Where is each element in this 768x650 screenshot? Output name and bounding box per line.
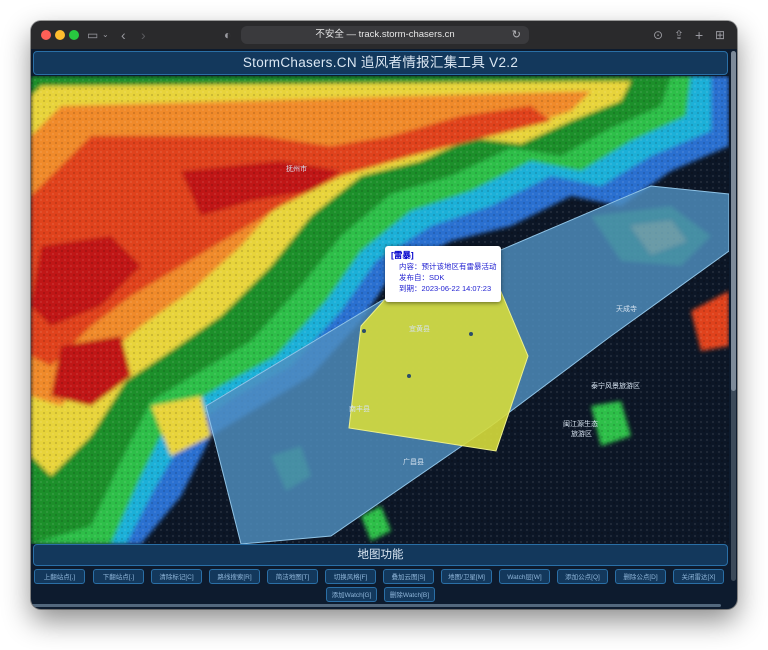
scrollbar-thumb[interactable] [731,51,736,391]
map-label-minjiang-2: 旅游区 [571,429,592,438]
map-label-minjiang: 闽江源生态 [563,419,598,428]
forward-icon[interactable]: › [141,21,146,49]
map-marker[interactable] [362,329,366,333]
browser-window: ▭ ⌄ ‹ › ◐ 不安全 — track.storm-chasers.cn ↻… [31,21,737,609]
app-title: StormChasers.CN 追风者情报汇集工具 V2.2 [33,51,728,75]
horizontal-scrollbar[interactable] [31,604,721,607]
sidebar-icon[interactable]: ▭ [87,21,98,49]
functions-title: 地图功能 [33,544,728,566]
close-radar-button[interactable]: 关闭雷达[X] [673,569,724,584]
next-station-button[interactable]: 下翻站点[.] [93,569,144,584]
close-window-button[interactable] [41,30,51,40]
simple-map-button[interactable]: 简洁地图[T] [267,569,318,584]
watch-layer-button[interactable]: Watch层[W] [499,569,550,584]
add-point-button[interactable]: 添加公点[Q] [557,569,608,584]
vertical-scrollbar[interactable] [731,51,736,581]
chevron-down-icon[interactable]: ⌄ [102,21,109,49]
delete-watch-button[interactable]: 删除Watch[B] [384,587,435,602]
popup-publisher: 发布自：SDK [399,273,445,282]
popup-content: 内容：预计该地区有雷暴活动 [399,262,497,271]
back-icon[interactable]: ‹ [121,21,126,49]
tab-overview-icon[interactable]: ⊞ [715,21,725,49]
map-label-yihuang: 宜黄县 [409,324,430,333]
warning-popup: [雷暴] 内容：预计该地区有雷暴活动 发布自：SDK 到期：2023-06-22… [385,246,501,302]
overlay-cloud-button[interactable]: 叠加云图[S] [383,569,434,584]
url-text: 不安全 — track.storm-chasers.cn [315,29,455,40]
new-tab-icon[interactable]: + [695,21,703,49]
zoom-window-button[interactable] [69,30,79,40]
delete-point-button[interactable]: 删除公点[D] [615,569,666,584]
map-label-taining: 泰宁风景旅游区 [591,381,640,390]
privacy-shield-icon[interactable]: ◐ [224,21,231,49]
minimize-window-button[interactable] [55,30,65,40]
toggle-style-button[interactable]: 切换风格[F] [325,569,376,584]
route-search-button[interactable]: 路线搜索[R] [209,569,260,584]
map-label-nanfeng: 南丰县 [349,404,370,413]
map-satellite-button[interactable]: 地图/卫星[M] [441,569,492,584]
map-marker[interactable] [407,374,411,378]
radar-map[interactable]: 抚州市 宜黄县 南丰县 广昌县 天成寺 泰宁风景旅游区 闽江源生态 旅游区 [雷… [31,76,729,544]
clear-markers-button[interactable]: 清除标记[C] [151,569,202,584]
download-icon[interactable]: ⊙ [653,21,663,49]
browser-toolbar: ▭ ⌄ ‹ › ◐ 不安全 — track.storm-chasers.cn ↻… [31,21,737,49]
map-label-guangchang: 广昌县 [403,457,424,466]
prev-station-button[interactable]: 上翻站点[,] [34,569,85,584]
add-watch-button[interactable]: 添加Watch[G] [326,587,377,602]
map-label-tiancheng: 天成寺 [616,304,637,313]
popup-expires: 到期：2023-06-22 14:07:23 [399,284,492,293]
map-marker[interactable] [469,332,473,336]
map-label-fuzhou: 抚州市 [286,164,307,173]
share-icon[interactable]: ⇪ [674,21,684,49]
popup-title: [雷暴] [391,250,414,260]
address-bar[interactable]: 不安全 — track.storm-chasers.cn ↻ [241,26,529,44]
reload-icon[interactable]: ↻ [512,26,521,44]
map-canvas[interactable]: 抚州市 宜黄县 南丰县 广昌县 天成寺 泰宁风景旅游区 闽江源生态 旅游区 [31,76,729,544]
